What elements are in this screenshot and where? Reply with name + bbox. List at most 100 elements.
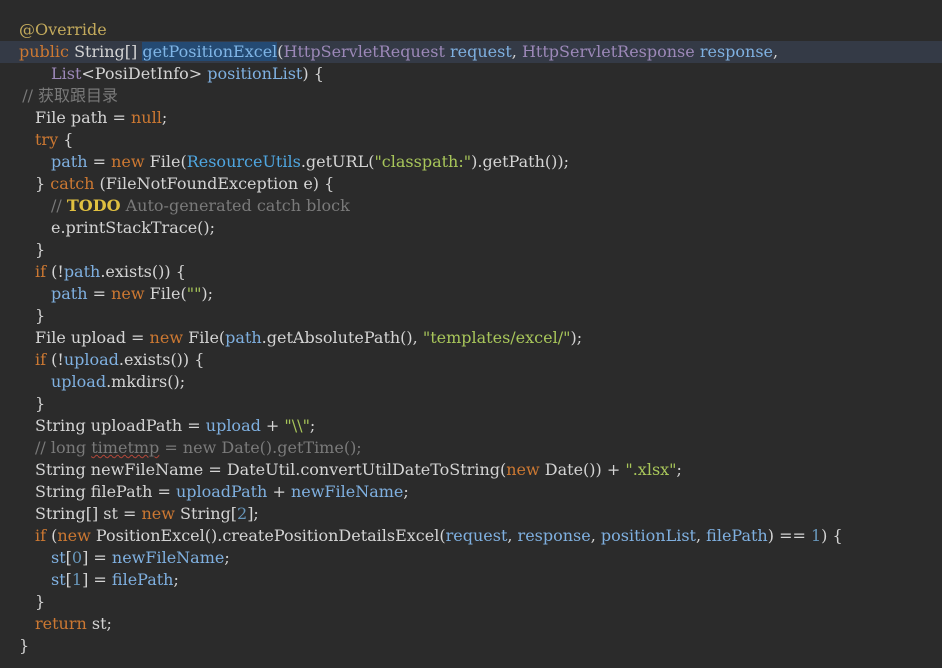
code-line-content: path = new File("");: [51, 283, 213, 305]
code-line[interactable]: File upload = new File(path.getAbsoluteP…: [0, 327, 942, 349]
code-token: public: [19, 42, 69, 61]
code-line[interactable]: @Override: [0, 19, 942, 41]
code-token: ;: [676, 460, 682, 479]
code-token: positionList: [207, 64, 303, 83]
code-token: 2: [237, 504, 248, 523]
code-line-content: // long timetmp = new Date().getTime();: [35, 437, 362, 459]
code-line[interactable]: }: [0, 635, 942, 657]
code-token: {: [58, 130, 74, 149]
code-token: positionList: [600, 526, 696, 545]
code-token: ) {: [821, 526, 843, 545]
code-token: (FileNotFoundException e) {: [94, 174, 335, 193]
code-line[interactable]: // long timetmp = new Date().getTime();: [0, 437, 942, 459]
code-token: String newFileName = DateUtil.convertUti…: [35, 460, 507, 479]
code-token: ) ==: [767, 526, 811, 545]
code-line[interactable]: e.printStackTrace();: [0, 217, 942, 239]
code-line[interactable]: public String[] getPositionExcel(HttpSer…: [0, 41, 942, 63]
code-line[interactable]: } catch (FileNotFoundException e) {: [0, 173, 942, 195]
code-token: = new Date().getTime();: [159, 438, 362, 457]
code-token: new: [149, 328, 184, 347]
code-editor[interactable]: @Override public String[] getPositionExce…: [0, 0, 942, 668]
code-line[interactable]: if (!upload.exists()) {: [0, 349, 942, 371]
code-line-content: }: [19, 635, 29, 657]
code-token: return: [35, 614, 87, 633]
code-token: try: [35, 130, 59, 149]
code-token: 0: [71, 548, 83, 567]
code-token: ,: [695, 526, 707, 545]
code-token: }: [35, 592, 46, 611]
code-token: ResourceUtils: [186, 152, 301, 171]
code-line[interactable]: }: [0, 305, 942, 327]
code-line[interactable]: path = new File(ResourceUtils.getURL("cl…: [0, 151, 942, 173]
code-token: st: [51, 548, 66, 567]
code-line[interactable]: String[] st = new String[2];: [0, 503, 942, 525]
code-token: 1: [71, 570, 83, 589]
code-line[interactable]: }: [0, 239, 942, 261]
code-token: ;: [161, 108, 168, 127]
code-token: new: [506, 460, 540, 479]
code-token: "classpath:": [374, 152, 472, 171]
code-token: //: [51, 196, 67, 215]
code-token: // 获取跟目录: [22, 86, 119, 105]
code-line-content: if (!path.exists()) {: [35, 261, 186, 283]
code-token: "": [186, 284, 202, 303]
code-line[interactable]: }: [0, 393, 942, 415]
code-token: "templates/excel/": [422, 328, 571, 347]
code-token: ,: [507, 526, 518, 545]
code-line[interactable]: st[0] = newFileName;: [0, 547, 942, 569]
code-line-content: String[] st = new String[2];: [35, 503, 259, 525]
code-token: );: [201, 284, 214, 303]
code-token: response: [517, 526, 591, 545]
code-token: }: [19, 636, 30, 655]
code-token: ;: [224, 548, 230, 567]
code-token: // long: [35, 438, 92, 457]
code-token: +: [267, 482, 291, 501]
code-token: ) {: [302, 64, 324, 83]
code-token: ] =: [82, 570, 112, 589]
code-token: new: [111, 152, 145, 171]
code-line-content: File path = null;: [35, 107, 167, 129]
code-line[interactable]: File path = null;: [0, 107, 942, 129]
code-token: null: [130, 108, 162, 127]
code-line-content: }: [35, 591, 45, 613]
code-line[interactable]: String uploadPath = upload + "\\";: [0, 415, 942, 437]
code-token: String[: [174, 504, 237, 523]
code-token: upload: [205, 416, 261, 435]
code-token: }: [35, 306, 46, 325]
code-token: ];: [247, 504, 259, 523]
code-token: (: [46, 526, 58, 545]
code-token: (!: [46, 262, 64, 281]
code-line-content: e.printStackTrace();: [51, 217, 215, 239]
code-line[interactable]: List<PosiDetInfo> positionList) {: [0, 63, 942, 85]
code-line-content: List<PosiDetInfo> positionList) {: [51, 63, 324, 85]
code-token: ,: [511, 42, 522, 61]
code-line[interactable]: if (new PositionExcel().createPositionDe…: [0, 525, 942, 547]
code-token: response: [699, 42, 774, 61]
code-token: request: [450, 42, 512, 61]
code-line[interactable]: path = new File("");: [0, 283, 942, 305]
code-token: =: [87, 284, 112, 303]
code-token: "\\": [284, 416, 310, 435]
code-token: new: [141, 504, 175, 523]
code-line[interactable]: if (!path.exists()) {: [0, 261, 942, 283]
code-line[interactable]: st[1] = filePath;: [0, 569, 942, 591]
code-token: filePath: [706, 526, 768, 545]
code-token: );: [570, 328, 583, 347]
code-token: newFileName: [111, 548, 225, 567]
code-line-content: return st;: [35, 613, 112, 635]
code-line[interactable]: return st;: [0, 613, 942, 635]
code-line-content: // 获取跟目录: [22, 85, 118, 107]
code-line[interactable]: upload.mkdirs();: [0, 371, 942, 393]
code-line[interactable]: try {: [0, 129, 942, 151]
code-line[interactable]: String filePath = uploadPath + newFileNa…: [0, 481, 942, 503]
code-token: e.printStackTrace();: [51, 218, 216, 237]
code-line[interactable]: }: [0, 591, 942, 613]
code-line[interactable]: // 获取跟目录: [0, 85, 942, 107]
code-token: ).getPath());: [471, 152, 570, 171]
code-token: (!: [46, 350, 64, 369]
code-line[interactable]: // TODO Auto-generated catch block: [0, 195, 942, 217]
code-line[interactable]: String newFileName = DateUtil.convertUti…: [0, 459, 942, 481]
code-line-content: if (!upload.exists()) {: [35, 349, 204, 371]
code-token: filePath: [111, 570, 174, 589]
code-token: HttpServletRequest: [283, 42, 445, 61]
